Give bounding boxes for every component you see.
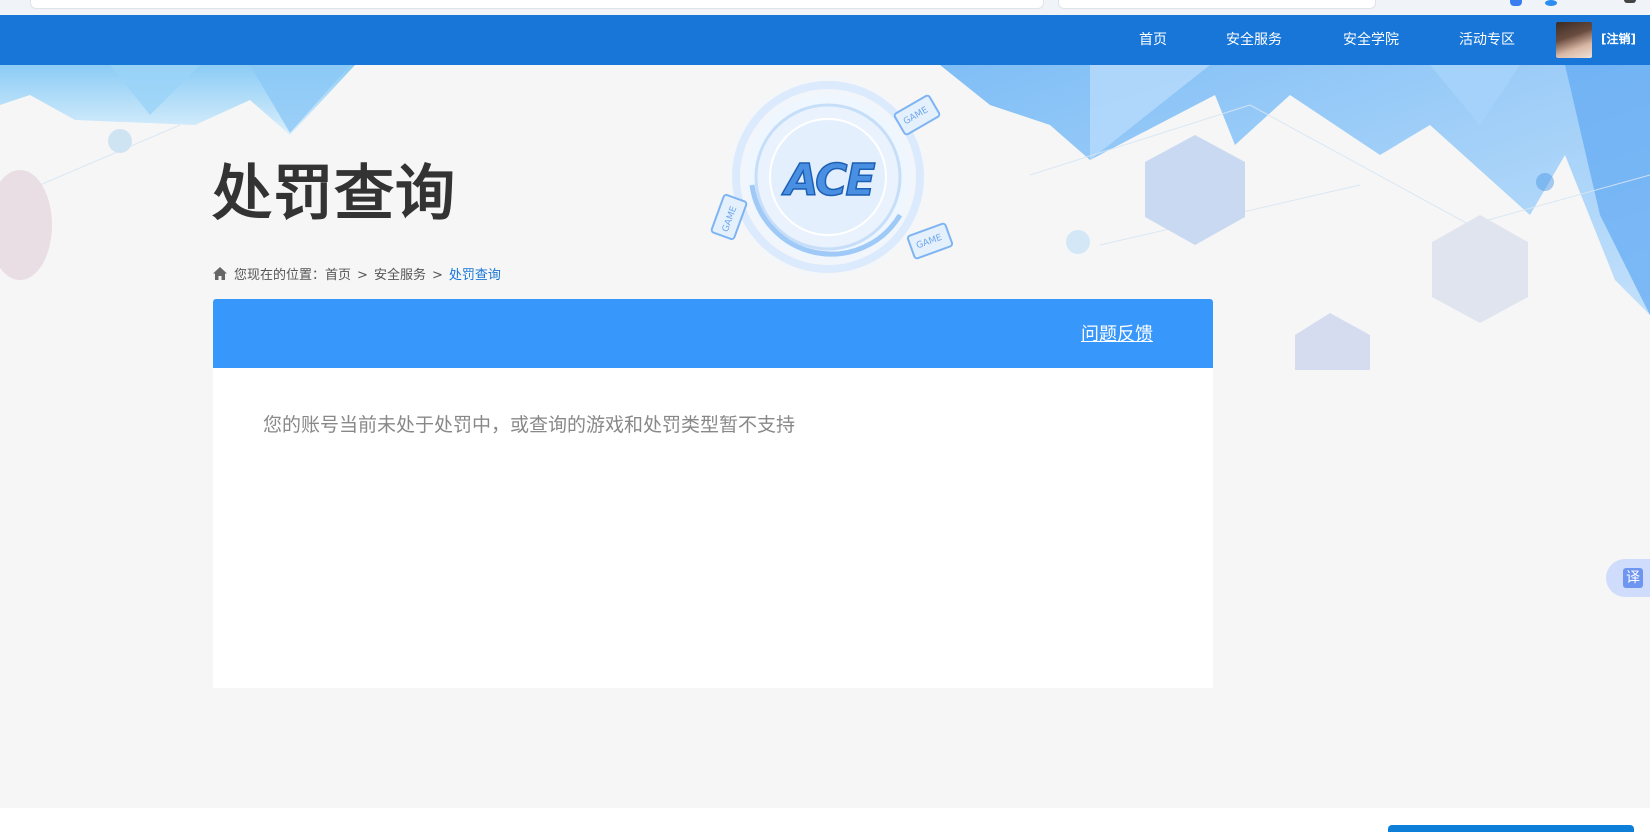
nav-item-home[interactable]: 首页 [1139, 15, 1167, 65]
extension-icon[interactable] [1510, 0, 1522, 6]
home-icon [212, 266, 228, 288]
breadcrumb-separator: > [431, 268, 443, 283]
feedback-link[interactable]: 问题反馈 [1081, 320, 1153, 346]
breadcrumb-home[interactable]: 首页 [325, 268, 351, 283]
panel-header: 问题反馈 [213, 299, 1213, 368]
breadcrumb-separator: > [357, 268, 368, 283]
breadcrumb-security-service[interactable]: 安全服务 [374, 268, 426, 283]
browser-toolbar [0, 0, 1650, 15]
qq-widget[interactable] [1388, 825, 1634, 832]
breadcrumb-current: 处罚查询 [448, 268, 501, 283]
result-panel: 您的账号当前未处于处罚中，或查询的游戏和处罚类型暂不支持 [213, 368, 1213, 688]
address-bar[interactable] [30, 0, 1044, 9]
page-title: 处罚查询 [212, 159, 456, 229]
avatar[interactable] [1556, 22, 1592, 58]
translate-icon: 译 [1623, 568, 1643, 588]
nav-item-security-academy[interactable]: 安全学院 [1343, 15, 1399, 65]
breadcrumb: 您现在的位置：首页 > 安全服务 > 处罚查询 [212, 266, 501, 286]
logout-link[interactable]: [注销] [1601, 15, 1636, 65]
top-navigation-bar: 首页 安全服务 安全学院 活动专区 [注销] [0, 15, 1650, 65]
breadcrumb-prefix: 您现在的位置： [234, 268, 326, 283]
result-notice: 您的账号当前未处于处罚中，或查询的游戏和处罚类型暂不支持 [263, 414, 796, 436]
translate-button[interactable]: 译 [1606, 559, 1650, 597]
extension-icon[interactable] [1545, 0, 1557, 6]
ace-logo-text: ACE [781, 155, 875, 206]
browser-search-box[interactable] [1058, 0, 1376, 9]
nav-item-events[interactable]: 活动专区 [1459, 15, 1515, 65]
nav-item-security-service[interactable]: 安全服务 [1226, 15, 1282, 65]
extension-icon[interactable] [1624, 0, 1636, 3]
